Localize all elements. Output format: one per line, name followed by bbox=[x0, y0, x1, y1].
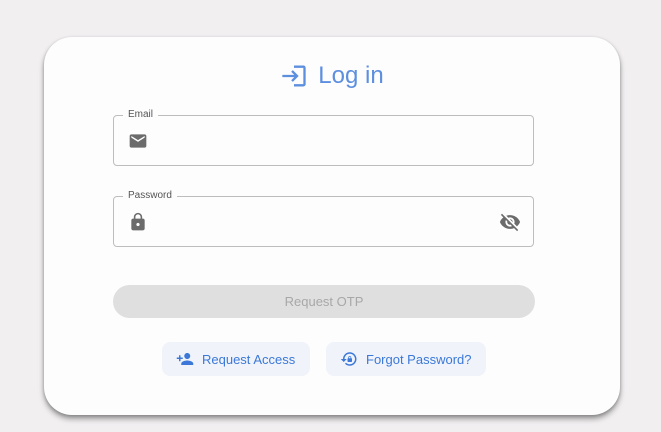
forgot-password-button[interactable]: Forgot Password? bbox=[326, 342, 486, 376]
email-label: Email bbox=[123, 108, 159, 122]
visibility-off-icon[interactable] bbox=[499, 211, 521, 233]
request-access-label: Request Access bbox=[202, 351, 296, 367]
forgot-password-label: Forgot Password? bbox=[366, 351, 472, 367]
login-header: Log in bbox=[44, 61, 620, 91]
email-field[interactable]: Email bbox=[113, 108, 534, 166]
person-add-icon bbox=[176, 353, 194, 365]
request-access-button[interactable]: Request Access bbox=[162, 342, 310, 376]
request-otp-button[interactable]: Request OTP bbox=[113, 285, 535, 318]
lock-reset-icon bbox=[340, 352, 357, 366]
login-icon bbox=[282, 65, 306, 87]
page-title: Log in bbox=[318, 62, 384, 89]
email-input[interactable] bbox=[160, 126, 494, 158]
lock-icon bbox=[131, 212, 145, 231]
password-label: Password bbox=[123, 189, 177, 203]
login-card: Log in Email Password Request OTP Reques… bbox=[44, 37, 620, 415]
password-field[interactable]: Password bbox=[113, 189, 534, 247]
email-icon bbox=[129, 134, 147, 148]
password-input[interactable] bbox=[160, 207, 494, 239]
